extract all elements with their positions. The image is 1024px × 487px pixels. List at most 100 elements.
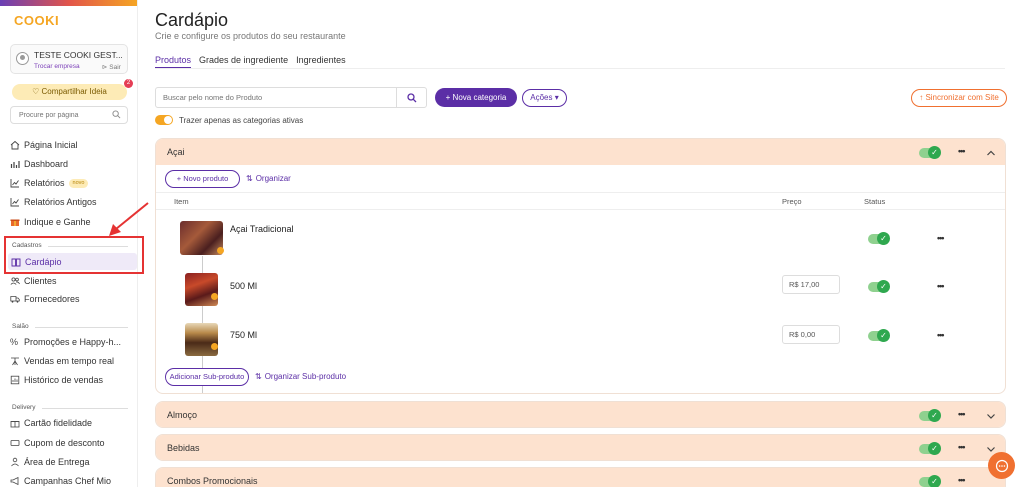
percent-icon: %	[10, 337, 19, 347]
active-only-filter: Trazer apenas as categorias ativas	[155, 115, 303, 125]
organize-subproduct-button[interactable]: ⇅ Organizar Sub-produto	[255, 372, 346, 381]
check-icon: ✓	[928, 409, 941, 422]
product-name[interactable]: 500 Ml	[230, 281, 257, 291]
check-icon: ✓	[877, 280, 890, 293]
check-icon: ✓	[877, 232, 890, 245]
column-price: Preço	[782, 197, 802, 206]
new-product-label: Novo produto	[183, 174, 229, 183]
sidebar-item-old-reports[interactable]: Relatórios Antigos	[10, 194, 136, 210]
category-name: Almoço	[167, 410, 198, 420]
section-label-delivery: Delivery	[12, 404, 36, 411]
category-status-toggle[interactable]: ✓	[919, 409, 941, 422]
category-status-toggle[interactable]: ✓	[919, 442, 941, 455]
sidebar-item-label: Relatórios	[24, 178, 65, 188]
sidebar-item-coupon[interactable]: Cupom de desconto	[10, 435, 136, 451]
add-subproduct-button[interactable]: Adicionar Sub-produto	[165, 368, 249, 386]
sidebar-item-refer[interactable]: Indique e Ganhe	[10, 214, 136, 230]
sidebar-item-promotions[interactable]: % Promoções e Happy-h...	[10, 334, 136, 350]
category-header[interactable]: Almoço ✓ •••	[156, 402, 1005, 427]
plus-icon: +	[176, 174, 182, 183]
sync-site-button[interactable]: ↑ Sincronizar com Site	[911, 89, 1007, 107]
plus-icon: +	[445, 93, 451, 102]
sidebar-item-label: Cartão fidelidade	[24, 418, 93, 428]
broadcast-icon	[11, 357, 19, 366]
sidebar-item-suppliers[interactable]: Fornecedores	[10, 291, 136, 307]
sidebar-item-label: Fornecedores	[24, 294, 80, 304]
tab-ingredient-grids[interactable]: Grades de ingrediente	[199, 55, 288, 69]
chat-button[interactable]	[988, 452, 1015, 479]
gift-card-icon	[10, 421, 20, 428]
check-icon: ✓	[928, 475, 941, 487]
sidebar-item-campaigns[interactable]: Campanhas Chef Mio	[10, 473, 136, 487]
sidebar-item-label: Cupom de desconto	[24, 438, 105, 448]
more-options-icon[interactable]: •••	[958, 475, 966, 485]
organize-label: Organizar	[255, 174, 291, 183]
category-status-toggle[interactable]: ✓	[919, 475, 941, 487]
page-subtitle: Crie e configure os produtos do seu rest…	[155, 31, 346, 41]
more-options-icon[interactable]: •••	[958, 442, 966, 452]
more-options-icon[interactable]: •••	[958, 146, 966, 156]
category-name: Bebidas	[167, 443, 200, 453]
sidebar-item-label: Página Inicial	[24, 140, 78, 150]
sidebar-item-reports[interactable]: Relatórios novo	[10, 175, 136, 191]
line-chart-icon	[10, 198, 19, 207]
tabs-divider	[155, 68, 1005, 69]
category-name: Açai	[167, 147, 185, 157]
category-status-toggle[interactable]: ✓	[919, 146, 941, 159]
sidebar-item-label: Indique e Ganhe	[24, 217, 91, 227]
product-name[interactable]: 750 Ml	[230, 330, 257, 340]
tab-products[interactable]: Produtos	[155, 55, 192, 69]
sidebar-item-sales-history[interactable]: Histórico de vendas	[10, 372, 136, 388]
ticket-icon	[10, 440, 20, 446]
price-input[interactable]: R$ 0,00	[782, 325, 840, 344]
sidebar-item-live-sales[interactable]: Vendas em tempo real	[10, 353, 136, 369]
chat-icon	[995, 459, 1008, 472]
product-name[interactable]: Açai Tradicional	[230, 224, 294, 234]
more-options-icon[interactable]: •••	[937, 233, 945, 243]
check-icon: ✓	[928, 442, 941, 455]
chevron-down-icon[interactable]	[986, 411, 996, 421]
sidebar-item-label: Área de Entrega	[24, 457, 90, 467]
new-category-button[interactable]: + Nova categoria	[435, 88, 517, 107]
sidebar-item-home[interactable]: Página Inicial	[10, 137, 136, 153]
section-divider	[35, 327, 128, 328]
organize-button[interactable]: ⇅ Organizar	[246, 174, 291, 183]
price-input[interactable]: R$ 17,00	[782, 275, 840, 294]
chevron-up-icon[interactable]	[986, 148, 996, 158]
category-card-bebidas: Bebidas ✓ •••	[155, 434, 1006, 461]
actions-label: Ações	[530, 93, 553, 102]
active-only-label: Trazer apenas as categorias ativas	[179, 115, 304, 125]
star-badge-icon	[211, 343, 218, 350]
search-button[interactable]	[396, 88, 426, 107]
section-divider	[42, 408, 128, 409]
gift-icon	[10, 219, 20, 226]
product-status-toggle[interactable]: ✓	[868, 232, 890, 245]
sidebar-item-clients[interactable]: Clientes	[10, 273, 136, 289]
more-options-icon[interactable]: •••	[958, 409, 966, 419]
search-icon	[406, 92, 416, 102]
product-status-toggle[interactable]: ✓	[868, 329, 890, 342]
category-header[interactable]: Açai ✓ •••	[156, 139, 1005, 165]
new-product-button[interactable]: + Novo produto	[165, 170, 240, 188]
organize-icon: ⇅	[255, 372, 262, 381]
tab-ingredients[interactable]: Ingredientes	[296, 55, 346, 69]
more-options-icon[interactable]: •••	[937, 281, 945, 291]
category-card-acai: Açai ✓ ••• + Novo produto ⇅ Organizar Ite…	[155, 138, 1006, 394]
add-subproduct-label: Adicionar Sub-produto	[169, 372, 245, 381]
sidebar-item-dashboard[interactable]: Dashboard	[10, 156, 136, 172]
active-only-toggle[interactable]	[155, 115, 173, 125]
more-options-icon[interactable]: •••	[937, 330, 945, 340]
sync-site-label: Sincronizar com Site	[925, 93, 999, 102]
organize-subproduct-label: Organizar Sub-produto	[264, 372, 347, 381]
sidebar-item-loyalty-card[interactable]: Cartão fidelidade	[10, 415, 136, 431]
product-status-toggle[interactable]: ✓	[868, 280, 890, 293]
category-header[interactable]: Bebidas ✓ •••	[156, 435, 1005, 460]
highlight-box	[4, 236, 144, 274]
sidebar-item-label: Dashboard	[24, 159, 69, 169]
sidebar-item-label: Histórico de vendas	[24, 375, 104, 385]
actions-dropdown[interactable]: Ações ▾	[522, 89, 567, 107]
product-search-input[interactable]	[156, 88, 396, 107]
sidebar-item-delivery-area[interactable]: Área de Entrega	[10, 454, 136, 470]
category-header[interactable]: Combos Promocionais ✓ •••	[156, 468, 1005, 487]
sidebar-item-label: Promoções e Happy-h...	[24, 337, 122, 347]
